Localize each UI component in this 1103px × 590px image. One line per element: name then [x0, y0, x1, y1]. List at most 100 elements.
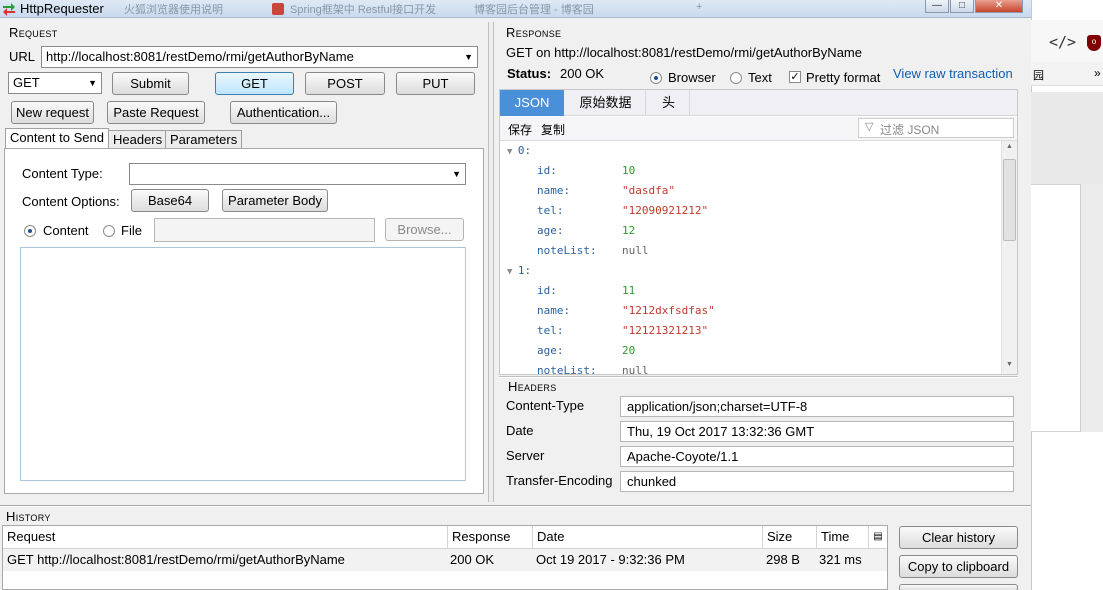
filter-json-placeholder: 过滤 JSON: [880, 123, 940, 137]
browse-button[interactable]: Browse...: [385, 218, 464, 241]
content-options-label: Content Options:: [22, 194, 120, 209]
header-value[interactable]: Thu, 19 Oct 2017 13:32:36 GMT: [620, 421, 1014, 442]
header-name: Content-Type: [506, 398, 585, 413]
expand-chevron-icon[interactable]: ▼: [507, 147, 518, 157]
browser-content-panel: [1031, 184, 1081, 432]
expand-chevron-icon[interactable]: ▼: [507, 267, 518, 277]
put-button[interactable]: PUT: [396, 72, 475, 95]
content-textarea[interactable]: [20, 247, 466, 481]
pretty-format-checkbox[interactable]: ✓: [789, 71, 801, 83]
submit-button[interactable]: Submit: [112, 72, 189, 95]
content-type-select[interactable]: ▼: [129, 163, 466, 185]
minimize-button[interactable]: —: [925, 0, 949, 13]
header-value[interactable]: chunked: [620, 471, 1014, 492]
json-property: name: "1212dxfsdfas": [501, 301, 1001, 321]
background-tab[interactable]: Spring框架中 Restful接口开发: [290, 1, 440, 17]
base64-button[interactable]: Base64: [131, 189, 209, 212]
history-cell-date: Oct 19 2017 - 9:32:36 PM: [536, 552, 685, 567]
json-property: tel: "12121321213": [501, 321, 1001, 341]
json-key: age:: [537, 344, 564, 357]
column-picker-icon[interactable]: ▤: [869, 526, 887, 548]
post-button[interactable]: POST: [305, 72, 385, 95]
scroll-down-icon[interactable]: ▼: [1006, 361, 1013, 368]
authentication-button[interactable]: Authentication...: [230, 101, 337, 124]
chevron-down-icon[interactable]: ▼: [464, 47, 473, 67]
browser-tab-label[interactable]: 园: [1033, 67, 1044, 83]
header-value[interactable]: Apache-Coyote/1.1: [620, 446, 1014, 467]
view-raw-transaction-link[interactable]: View raw transaction: [893, 66, 1013, 81]
url-label: URL: [9, 49, 36, 64]
tab-raw-data[interactable]: 原始数据: [566, 90, 646, 116]
get-button[interactable]: GET: [215, 72, 294, 95]
column-header-time[interactable]: Time: [817, 526, 869, 548]
maximize-button[interactable]: □: [950, 0, 974, 13]
close-button[interactable]: ✕: [975, 0, 1023, 13]
json-node[interactable]: ▼ 1:: [501, 261, 1001, 281]
tab-parameters[interactable]: Parameters: [165, 130, 243, 149]
column-header-response[interactable]: Response: [448, 526, 533, 548]
method-select[interactable]: GET ▼: [8, 72, 102, 94]
url-value: http://localhost:8081/restDemo/rmi/getAu…: [46, 49, 354, 64]
json-key: noteList:: [537, 244, 597, 257]
copy-to-clipboard-button[interactable]: Copy to clipboard: [899, 555, 1018, 578]
header-value[interactable]: application/json;charset=UTF-8: [620, 396, 1014, 417]
json-scrollbar[interactable]: ▲ ▼: [1001, 141, 1017, 374]
json-property: id: 10: [501, 161, 1001, 181]
json-value: 20: [622, 344, 636, 357]
tab-content-to-send[interactable]: Content to Send: [5, 128, 109, 149]
ublock-icon[interactable]: o: [1087, 35, 1101, 51]
json-value: null: [622, 364, 649, 374]
url-input[interactable]: http://localhost:8081/restDemo/rmi/getAu…: [41, 46, 478, 68]
history-section-title: History: [6, 509, 51, 524]
request-section-title: Request: [9, 25, 58, 40]
content-radio-label: Content: [43, 223, 89, 238]
headers-section-title: Headers: [508, 379, 557, 394]
new-tab-icon[interactable]: +: [696, 1, 710, 17]
parameter-body-button[interactable]: Parameter Body: [222, 189, 328, 212]
chevron-down-icon[interactable]: ▼: [88, 73, 97, 93]
file-radio-label: File: [121, 223, 142, 238]
content-radio[interactable]: [24, 225, 36, 237]
app-icon: [3, 3, 15, 16]
background-tab[interactable]: 火狐浏览器使用说明: [124, 1, 264, 17]
paste-request-button[interactable]: Paste Request: [107, 101, 205, 124]
divider: [499, 376, 1018, 378]
json-key: 1:: [517, 264, 532, 277]
tab-headers-view[interactable]: 头: [648, 90, 690, 116]
new-request-button[interactable]: New request: [11, 101, 94, 124]
column-header-date[interactable]: Date: [533, 526, 763, 548]
history-cell-request: GET http://localhost:8081/restDemo/rmi/g…: [7, 552, 345, 567]
background-tab[interactable]: 博客园后台管理 - 博客园: [474, 1, 634, 17]
history-extra-button[interactable]: [899, 584, 1018, 590]
browser-content-gray: [1081, 184, 1103, 432]
devtools-icon[interactable]: </>: [1049, 33, 1076, 51]
browser-view-radio[interactable]: [650, 72, 662, 84]
json-value: "12121321213": [622, 324, 709, 337]
scroll-up-icon[interactable]: ▲: [1006, 143, 1013, 150]
copy-button[interactable]: 复制: [541, 121, 565, 138]
text-view-radio[interactable]: [730, 72, 742, 84]
scrollbar-thumb[interactable]: [1003, 159, 1016, 241]
clear-history-button[interactable]: Clear history: [899, 526, 1018, 549]
json-node[interactable]: ▼ 0:: [501, 141, 1001, 161]
filter-json-input[interactable]: ▽ 过滤 JSON: [858, 118, 1014, 138]
tab-headers[interactable]: Headers: [108, 130, 168, 149]
column-header-request[interactable]: Request: [3, 526, 448, 548]
json-key: id:: [537, 164, 557, 177]
json-property: name: "dasdfa": [501, 181, 1001, 201]
json-property: noteList: null: [501, 361, 1001, 374]
splitter[interactable]: [488, 22, 494, 502]
filter-icon: ▽: [865, 121, 874, 133]
save-button[interactable]: 保存: [508, 121, 532, 138]
chevron-down-icon[interactable]: ▼: [452, 164, 461, 184]
json-value: "dasdfa": [622, 184, 675, 197]
history-cell-response: 200 OK: [450, 552, 495, 567]
tab-json[interactable]: JSON: [500, 90, 564, 116]
file-path-input[interactable]: [154, 218, 375, 242]
file-radio[interactable]: [103, 225, 115, 237]
overflow-icon[interactable]: »: [1094, 66, 1101, 80]
window-title: HttpRequester: [20, 1, 104, 16]
column-header-size[interactable]: Size: [763, 526, 817, 548]
status-label: Status:: [507, 66, 552, 81]
json-key: 0:: [517, 144, 532, 157]
